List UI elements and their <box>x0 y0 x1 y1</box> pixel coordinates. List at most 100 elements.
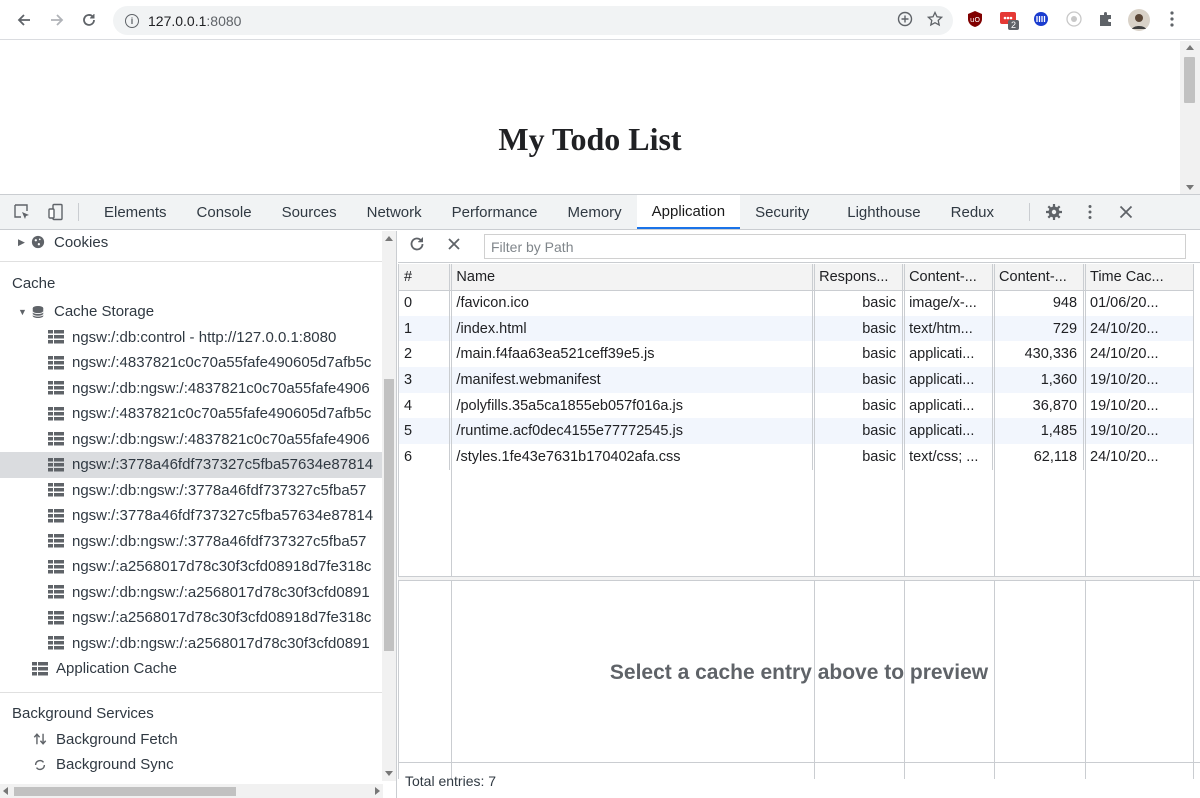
page-scrollbar[interactable] <box>1180 41 1200 194</box>
column-header-content-length[interactable]: Content-... <box>992 264 1085 291</box>
page-heading: My Todo List <box>498 121 682 157</box>
toolbar-divider <box>1029 203 1031 221</box>
ublock-extension-icon[interactable]: uO <box>965 9 985 29</box>
cell-content-length: 430,336 <box>992 341 1085 368</box>
browser-menu-icon[interactable] <box>1162 9 1182 29</box>
back-icon[interactable] <box>7 3 41 37</box>
grid-icon <box>48 508 64 523</box>
clear-icon[interactable] <box>446 236 476 257</box>
refresh-icon[interactable] <box>408 235 438 258</box>
tab-elements[interactable]: Elements <box>89 195 182 229</box>
tab-performance[interactable]: Performance <box>437 195 553 229</box>
tree-item-background-sync[interactable]: Background Sync <box>0 752 396 778</box>
grid-icon <box>48 534 64 548</box>
column-header-time-cached[interactable]: Time Cac... <box>1083 264 1194 291</box>
toolbar-divider <box>78 203 79 221</box>
grid-icon <box>48 559 64 574</box>
tree-item-background-fetch[interactable]: Background Fetch <box>0 727 396 753</box>
settings-gear-icon[interactable] <box>1042 195 1066 229</box>
page-scrollbar-thumb[interactable] <box>1184 57 1195 103</box>
table-row[interactable]: 3/manifest.webmanifest basic applicati... 1… <box>398 367 1194 393</box>
tree-item-cache[interactable]: ngsw:/:3778a46fdf737327c5fba57634e87814 <box>0 452 396 478</box>
tree-item-application-cache[interactable]: Application Cache <box>0 656 396 682</box>
table-row[interactable]: 5/runtime.acf0dec4155e77772545.js basic ap… <box>398 418 1194 445</box>
extension-badge-icon[interactable]: 2 <box>998 9 1020 30</box>
reload-icon[interactable] <box>72 3 106 37</box>
table-row[interactable]: 1/index.html basic text/htm... 729 24/10/20.… <box>398 315 1194 342</box>
extension-ghost-icon[interactable] <box>1064 9 1084 29</box>
tab-redux[interactable]: Redux <box>936 195 1009 229</box>
profile-avatar[interactable] <box>1128 9 1150 31</box>
column-header-index[interactable]: # <box>398 264 451 291</box>
tree-item-cache[interactable]: ngsw:/:a2568017d78c30f3cfd08918d7fe318c <box>0 554 396 580</box>
cell-content-length: 1,485 <box>992 418 1085 445</box>
grid-icon <box>48 355 64 370</box>
sidebar-horizontal-scrollbar-thumb[interactable] <box>14 787 236 796</box>
tab-console[interactable]: Console <box>182 195 267 229</box>
more-options-icon[interactable] <box>1078 195 1102 229</box>
tree-item-cache[interactable]: ngsw:/:4837821c0c70a55fafe490605d7afb5c <box>0 401 396 427</box>
expand-arrow-icon[interactable]: ▶ <box>18 237 30 248</box>
tab-network[interactable]: Network <box>352 195 437 229</box>
device-toolbar-icon[interactable] <box>44 195 68 229</box>
cell-response-type: basic <box>812 418 904 445</box>
status-footer: Total entries: 7 <box>398 762 1200 798</box>
cell-content-length: 36,870 <box>992 392 1085 419</box>
grid-icon <box>48 457 64 472</box>
tree-item-cache[interactable]: ngsw:/:a2568017d78c30f3cfd08918d7fe318c <box>0 605 396 631</box>
inspect-element-icon[interactable] <box>10 195 34 229</box>
url-host: 127.0.0.1 <box>148 12 207 29</box>
up-down-arrows-icon <box>33 733 47 746</box>
column-header-response-type[interactable]: Respons... <box>812 264 904 291</box>
forward-icon[interactable] <box>40 3 74 37</box>
cell-time-cached: 19/10/20... <box>1083 418 1194 445</box>
column-header-content-type[interactable]: Content-... <box>902 264 994 291</box>
tree-item-cache[interactable]: ngsw:/:4837821c0c70a55fafe490605d7afb5c <box>0 350 396 376</box>
tree-item-cache[interactable]: ngsw:/:db:ngsw:/:a2568017d78c30f3cfd0891 <box>0 631 396 657</box>
tree-item-cache[interactable]: ngsw:/:db:control - http://127.0.0.1:808… <box>0 325 396 351</box>
tree-item-cache[interactable]: ngsw:/:db:ngsw:/:4837821c0c70a55fafe4906 <box>0 427 396 453</box>
bookmark-star-icon[interactable] <box>926 10 944 31</box>
tab-sources[interactable]: Sources <box>267 195 352 229</box>
tree-item-cookies[interactable]: ▶ Cookies <box>0 231 396 253</box>
grid-icon <box>48 330 64 344</box>
tree-item-cache[interactable]: ngsw:/:db:ngsw:/:4837821c0c70a55fafe4906 <box>0 376 396 402</box>
extensions-puzzle-icon[interactable] <box>1096 9 1116 29</box>
tab-security[interactable]: Security <box>740 195 824 229</box>
tree-item-cache[interactable]: ngsw:/:3778a46fdf737327c5fba57634e87814 <box>0 503 396 529</box>
tree-item-cache-storage[interactable]: ▼ Cache Storage <box>0 299 396 325</box>
collapse-arrow-icon[interactable]: ▼ <box>18 307 30 317</box>
tab-memory[interactable]: Memory <box>553 195 637 229</box>
tree-item-label: Cookies <box>54 233 109 251</box>
table-row[interactable]: 0/favicon.ico basic image/x-... 948 01/06/20… <box>398 290 1194 316</box>
table-row[interactable]: 2/main.f4faa63ea521ceff39e5.js basic appli… <box>398 341 1194 368</box>
cell-index: 6 <box>398 444 451 470</box>
tab-lighthouse[interactable]: Lighthouse <box>832 195 935 229</box>
cell-response-type: basic <box>812 315 904 342</box>
install-app-icon[interactable] <box>897 11 913 31</box>
preview-splitter[interactable] <box>398 576 1200 581</box>
cell-name: /polyfills.35a5ca1855eb057f016a.js <box>449 392 814 419</box>
site-info-icon[interactable]: i <box>125 13 139 28</box>
table-row[interactable]: 4/polyfills.35a5ca1855eb057f016a.js basic… <box>398 392 1194 419</box>
grid-icon <box>48 432 64 446</box>
cell-content-type: text/css; ... <box>902 444 994 470</box>
tree-item-cache[interactable]: ngsw:/:db:ngsw:/:3778a46fdf737327c5fba57 <box>0 478 396 504</box>
tree-item-cache[interactable]: ngsw:/:db:ngsw:/:a2568017d78c30f3cfd0891 <box>0 580 396 606</box>
close-devtools-icon[interactable] <box>1114 195 1138 229</box>
sidebar-horizontal-scrollbar[interactable] <box>0 784 383 798</box>
table-row[interactable]: 6/styles.1fe43e7631b170402afa.css basic te… <box>398 444 1194 470</box>
cell-response-type: basic <box>812 392 904 419</box>
column-header-name[interactable]: Name <box>449 264 814 291</box>
tree-item-label: ngsw:/:db:ngsw:/:a2568017d78c30f3cfd0891 <box>72 583 370 601</box>
sidebar-vertical-scrollbar[interactable] <box>382 231 396 781</box>
background-services-header: Background Services <box>12 704 154 722</box>
filter-by-path-input[interactable]: Filter by Path <box>484 234 1186 259</box>
tab-application[interactable]: Application <box>636 195 741 229</box>
tree-item-cache[interactable]: ngsw:/:db:ngsw:/:3778a46fdf737327c5fba57 <box>0 529 396 555</box>
address-bar[interactable]: i 127.0.0.1:8080 <box>113 6 953 35</box>
extension-globe-icon[interactable] <box>1031 9 1051 29</box>
cell-time-cached: 19/10/20... <box>1083 367 1194 393</box>
tree-item-label: Background Sync <box>56 756 174 774</box>
sidebar-vertical-scrollbar-thumb[interactable] <box>384 379 394 651</box>
